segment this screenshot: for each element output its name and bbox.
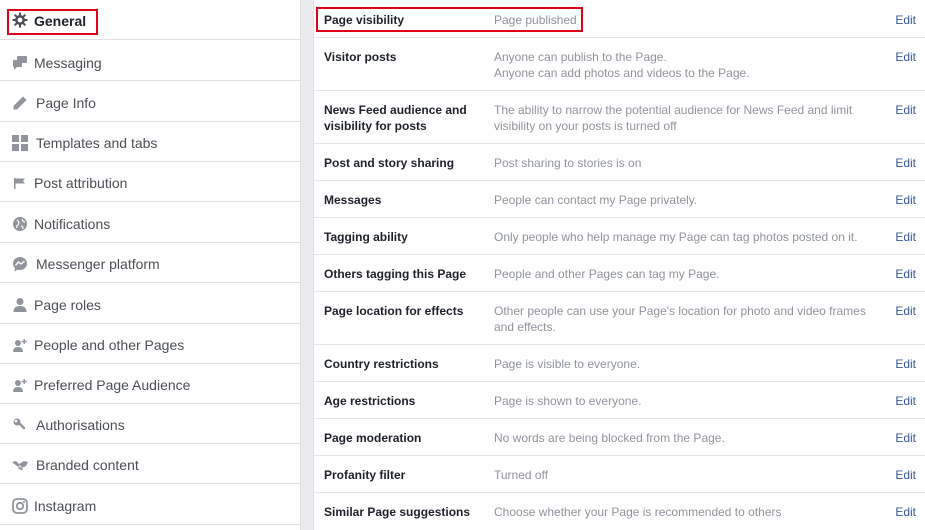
setting-description: Page is visible to everyone. (494, 357, 641, 371)
setting-name: News Feed audience and visibility for po… (324, 103, 467, 133)
edit-link[interactable]: Edit (895, 467, 916, 483)
edit-link[interactable]: Edit (895, 49, 916, 65)
sidebar-item-label: Templates and tabs (36, 135, 158, 151)
setting-description: People can contact my Page privately. (494, 193, 698, 207)
person-icon (11, 296, 28, 313)
edit-link[interactable]: Edit (895, 356, 916, 372)
setting-row-profanity-filter: Profanity filter Turned off Edit (314, 456, 925, 493)
setting-name: Messages (324, 193, 382, 207)
setting-row-page-moderation: Page moderation No words are being block… (314, 419, 925, 456)
edit-link[interactable]: Edit (895, 155, 916, 171)
sidebar-item-label: Notifications (34, 216, 111, 232)
wrench-icon (11, 416, 28, 433)
edit-link[interactable]: Edit (895, 102, 916, 118)
setting-name: Page location for effects (324, 304, 464, 318)
gear-icon (11, 11, 28, 28)
settings-sidebar: General Messaging Page Info Templates an… (0, 0, 301, 530)
sidebar-item-page-roles[interactable]: Page roles (0, 284, 301, 324)
sidebar-item-label: Instagram (34, 498, 97, 514)
setting-name: Tagging ability (324, 230, 408, 244)
setting-name: Post and story sharing (324, 156, 455, 170)
setting-description: Anyone can publish to the Page. Anyone c… (494, 50, 750, 80)
setting-row-tagging-ability: Tagging ability Only people who help man… (314, 218, 925, 255)
sidebar-item-branded-content[interactable]: Branded content (0, 444, 301, 484)
sidebar-item-label: Authorisations (36, 417, 125, 433)
sidebar-item-label: Post attribution (34, 175, 128, 191)
setting-row-messages: Messages People can contact my Page priv… (314, 181, 925, 218)
setting-description: Post sharing to stories is on (494, 156, 642, 170)
handshake-icon (11, 456, 28, 473)
setting-row-similar-page-suggestions: Similar Page suggestions Choose whether … (314, 493, 925, 530)
setting-row-visitor-posts: Visitor posts Anyone can publish to the … (314, 38, 925, 91)
setting-row-post-and-story-sharing: Post and story sharing Post sharing to s… (314, 144, 925, 181)
instagram-icon (11, 497, 28, 514)
edit-link[interactable]: Edit (895, 393, 916, 409)
sidebar-item-label: People and other Pages (34, 337, 185, 353)
sidebar-item-label: Page roles (34, 297, 101, 313)
edit-link[interactable]: Edit (895, 192, 916, 208)
messenger-icon (11, 255, 28, 272)
setting-name: Page visibility (324, 13, 405, 27)
grid-icon (11, 134, 28, 151)
setting-name: Profanity filter (324, 468, 406, 482)
edit-link[interactable]: Edit (895, 430, 916, 446)
edit-link[interactable]: Edit (895, 229, 916, 245)
sidebar-item-general[interactable]: General (0, 0, 301, 40)
setting-description: Only people who help manage my Page can … (494, 230, 858, 244)
person-add-icon (11, 376, 28, 393)
sidebar-item-label: General (34, 13, 87, 29)
sidebar-item-preferred-page-audience[interactable]: Preferred Page Audience (0, 364, 301, 404)
settings-panel: Page visibility Page published Edit Visi… (313, 0, 925, 530)
setting-name: Others tagging this Page (324, 267, 467, 281)
sidebar-item-notifications[interactable]: Notifications (0, 203, 301, 243)
setting-name: Page moderation (324, 431, 422, 445)
sidebar-item-label: Messaging (34, 55, 102, 71)
sidebar-item-label: Preferred Page Audience (34, 377, 191, 393)
person-add-icon (11, 336, 28, 353)
sidebar-item-templates-and-tabs[interactable]: Templates and tabs (0, 122, 301, 162)
sidebar-item-instagram[interactable]: Instagram (0, 485, 301, 525)
setting-row-news-feed-audience: News Feed audience and visibility for po… (314, 91, 925, 144)
sidebar-item-page-info[interactable]: Page Info (0, 82, 301, 122)
setting-name: Similar Page suggestions (324, 505, 471, 519)
sidebar-item-messenger-platform[interactable]: Messenger platform (0, 243, 301, 283)
setting-description: Turned off (494, 468, 549, 482)
edit-link[interactable]: Edit (895, 303, 916, 319)
edit-link[interactable]: Edit (895, 504, 916, 520)
sidebar-item-label: Branded content (36, 457, 139, 473)
setting-description: Page published (494, 13, 577, 27)
sidebar-item-post-attribution[interactable]: Post attribution (0, 162, 301, 202)
globe-icon (11, 215, 28, 232)
flag-icon (11, 174, 28, 191)
edit-link[interactable]: Edit (895, 266, 916, 282)
sidebar-item-authorisations[interactable]: Authorisations (0, 404, 301, 444)
chat-bubbles-icon (11, 53, 28, 70)
sidebar-item-messaging[interactable]: Messaging (0, 41, 301, 81)
setting-name: Country restrictions (324, 357, 439, 371)
setting-row-page-location-for-effects: Page location for effects Other people c… (314, 292, 925, 345)
setting-row-country-restrictions: Country restrictions Page is visible to … (314, 345, 925, 382)
setting-name: Age restrictions (324, 394, 416, 408)
sidebar-item-label: Page Info (36, 95, 96, 111)
sidebar-item-people-and-other-pages[interactable]: People and other Pages (0, 324, 301, 364)
setting-row-page-visibility: Page visibility Page published Edit (314, 0, 925, 38)
setting-row-others-tagging: Others tagging this Page People and othe… (314, 255, 925, 292)
setting-description: Choose whether your Page is recommended … (494, 505, 782, 519)
setting-name: Visitor posts (324, 50, 397, 64)
pencil-icon (11, 94, 28, 111)
setting-row-age-restrictions: Age restrictions Page is shown to everyo… (314, 382, 925, 419)
sidebar-item-label: Messenger platform (36, 256, 160, 272)
setting-description: Page is shown to everyone. (494, 394, 642, 408)
setting-description: The ability to narrow the potential audi… (494, 103, 853, 133)
edit-link[interactable]: Edit (895, 12, 916, 28)
setting-description: Other people can use your Page's locatio… (494, 304, 866, 334)
setting-description: No words are being blocked from the Page… (494, 431, 725, 445)
setting-description: People and other Pages can tag my Page. (494, 267, 720, 281)
